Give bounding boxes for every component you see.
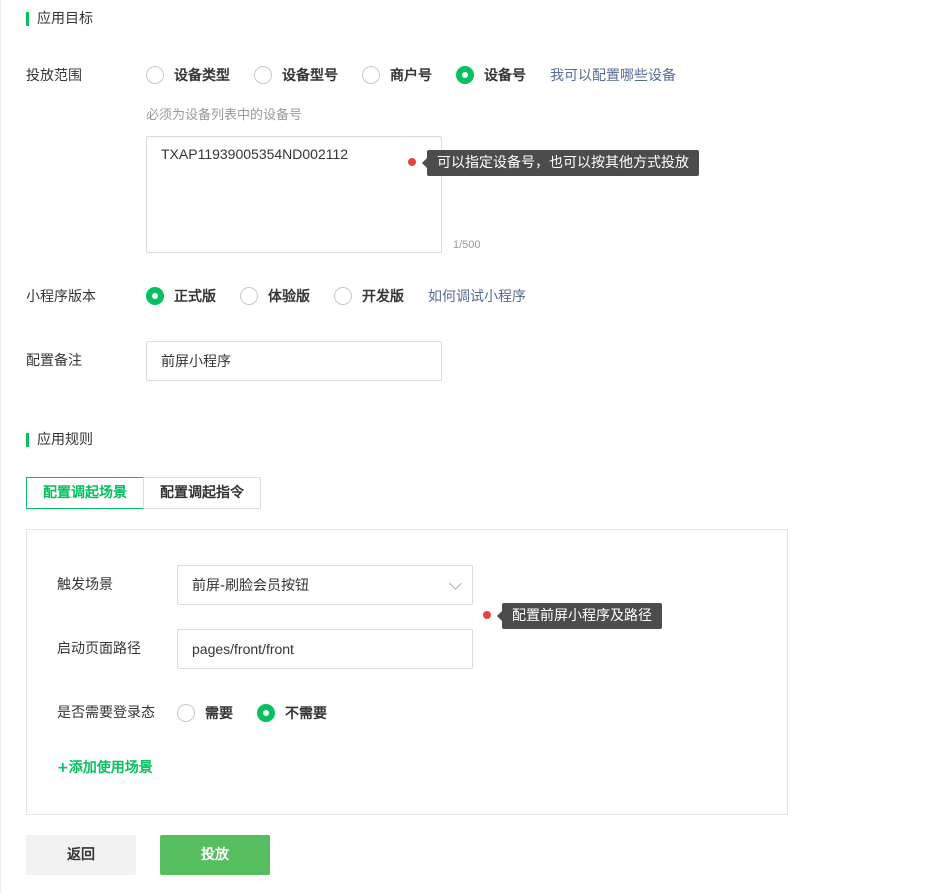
section-title-app-target: 应用目标 <box>26 11 93 27</box>
radio-label: 设备型号 <box>282 68 338 84</box>
radio-login-not-required[interactable]: 不需要 <box>257 703 327 723</box>
radio-label: 设备类型 <box>174 68 230 84</box>
page-left-border <box>0 0 1 893</box>
device-id-tooltip: 可以指定设备号，也可以按其他方式投放 <box>422 150 699 176</box>
radio-login-required[interactable]: 需要 <box>177 703 233 723</box>
device-id-textarea[interactable]: TXAP11939005354ND002112 <box>146 136 442 253</box>
radio-device-type[interactable]: 设备类型 <box>146 65 230 85</box>
radio-circle <box>177 704 195 722</box>
radio-label: 体验版 <box>268 289 310 305</box>
radio-device-id[interactable]: 设备号 <box>456 65 526 85</box>
radio-label: 开发版 <box>362 289 404 305</box>
radio-circle-checked <box>257 704 275 722</box>
radio-label: 需要 <box>205 706 233 722</box>
radio-develop[interactable]: 开发版 <box>334 286 404 306</box>
radio-label: 商户号 <box>390 68 432 84</box>
debug-miniprogram-link[interactable]: 如何调试小程序 <box>428 287 526 307</box>
radio-merchant-id[interactable]: 商户号 <box>362 65 432 85</box>
section-title-app-rules: 应用规则 <box>26 432 93 448</box>
back-button[interactable]: 返回 <box>26 835 136 875</box>
radio-trial[interactable]: 体验版 <box>240 286 310 306</box>
launch-path-label: 启动页面路径 <box>57 641 141 657</box>
trigger-scene-value: 前屏-刷脸会员按钮 <box>192 578 310 594</box>
chevron-down-icon <box>449 577 462 590</box>
submit-button[interactable]: 投放 <box>160 835 270 875</box>
radio-label: 设备号 <box>484 68 526 84</box>
radio-circle <box>240 287 258 305</box>
scope-label: 投放范围 <box>26 68 82 84</box>
radio-circle <box>334 287 352 305</box>
launch-path-input[interactable]: pages/front/front <box>177 629 473 669</box>
path-tooltip: 配置前屏小程序及路径 <box>497 603 662 629</box>
remark-label: 配置备注 <box>26 353 82 369</box>
version-label: 小程序版本 <box>26 289 96 305</box>
radio-circle-checked <box>146 287 164 305</box>
device-id-hint: 必须为设备列表中的设备号 <box>146 108 303 123</box>
device-id-counter: 1/500 <box>453 239 481 251</box>
radio-circle <box>254 66 272 84</box>
radio-label: 正式版 <box>174 289 216 305</box>
configurable-devices-link[interactable]: 我可以配置哪些设备 <box>550 66 676 86</box>
tab-configure-scene[interactable]: 配置调起场景 <box>26 477 144 509</box>
remark-input[interactable]: 前屏小程序 <box>146 341 442 381</box>
login-required-label: 是否需要登录态 <box>57 705 155 721</box>
radio-circle <box>362 66 380 84</box>
tab-configure-command[interactable]: 配置调起指令 <box>143 477 261 509</box>
radio-circle-checked <box>456 66 474 84</box>
add-scene-link[interactable]: +添加使用场景 <box>57 758 153 778</box>
radio-label: 不需要 <box>285 706 327 722</box>
tooltip-dot <box>408 158 416 166</box>
radio-circle <box>146 66 164 84</box>
radio-release[interactable]: 正式版 <box>146 286 216 306</box>
tooltip-dot <box>483 611 491 619</box>
trigger-scene-label: 触发场景 <box>57 577 113 593</box>
trigger-scene-select[interactable]: 前屏-刷脸会员按钮 <box>177 565 473 605</box>
radio-device-model[interactable]: 设备型号 <box>254 65 338 85</box>
